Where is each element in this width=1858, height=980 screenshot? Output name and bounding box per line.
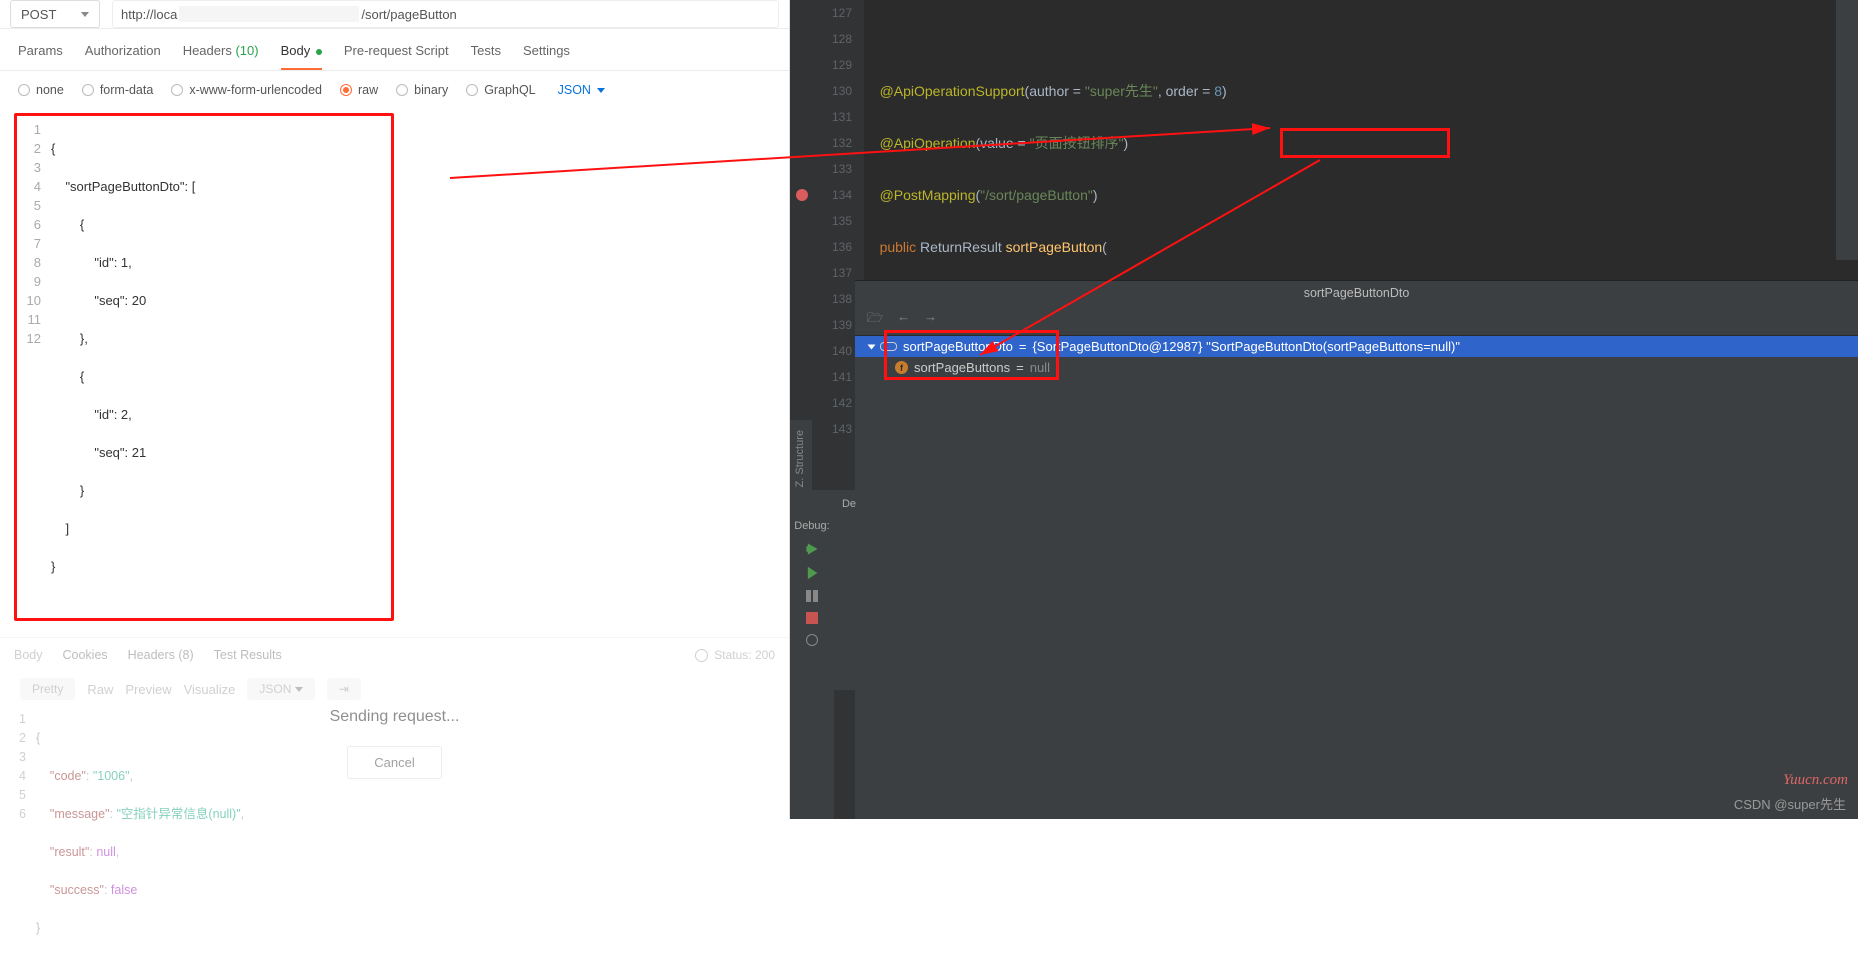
debug-panel: sortPageButtonDto 🗁 ← → sortPageButtonDt…	[855, 280, 1858, 819]
body-type-row: none form-data x-www-form-urlencoded raw…	[0, 71, 789, 109]
response-view-row: Pretty Raw Preview Visualize JSON ⇥	[0, 672, 789, 706]
globe-icon	[695, 649, 708, 662]
stop-icon[interactable]	[806, 612, 818, 624]
view-pretty[interactable]: Pretty	[20, 678, 75, 700]
tab-params[interactable]: Params	[18, 43, 63, 70]
arrow-left-icon[interactable]: ←	[897, 309, 910, 331]
child-name: sortPageButtons	[914, 360, 1010, 375]
child-value: null	[1030, 360, 1050, 375]
expand-icon[interactable]	[868, 344, 876, 349]
response-panel: Body Cookies Headers (8) Test Results St…	[0, 637, 789, 980]
radio-icon	[171, 84, 183, 96]
arrow-right-icon[interactable]: →	[924, 309, 937, 331]
tab-prerequest[interactable]: Pre-request Script	[344, 43, 449, 70]
editor-code: { "sortPageButtonDto": [ { "id": 1, "seq…	[51, 120, 195, 614]
debug-variable-row[interactable]: sortPageButtonDto = {SortPageButtonDto@1…	[855, 336, 1858, 357]
view-json[interactable]: JSON	[247, 678, 314, 700]
url-input[interactable]: http://loca /sort/pageButton	[112, 0, 779, 28]
radio-urlencoded[interactable]: x-www-form-urlencoded	[171, 83, 322, 97]
wrap-icon[interactable]: ⇥	[327, 678, 361, 700]
resp-tab-body[interactable]: Body	[14, 648, 43, 662]
chevron-down-icon	[81, 12, 89, 17]
resp-tab-cookies[interactable]: Cookies	[63, 648, 108, 662]
response-tabs: Body Cookies Headers (8) Test Results	[0, 638, 789, 672]
dot-icon	[316, 49, 322, 55]
debug-sub-toolbar: De	[834, 490, 864, 690]
tab-authorization[interactable]: Authorization	[85, 43, 161, 70]
response-status: Status: 200	[695, 648, 775, 662]
var-name: sortPageButtonDto	[903, 339, 1013, 354]
view-preview[interactable]: Preview	[125, 682, 171, 697]
radio-none[interactable]: none	[18, 83, 64, 97]
watermark: Yuucn.com	[1783, 772, 1848, 789]
radio-icon	[82, 84, 94, 96]
tab-body[interactable]: Body	[281, 43, 322, 70]
watch-icon	[880, 342, 897, 351]
editor-gutter: 123456789101112	[17, 120, 51, 614]
breakpoint-icon[interactable]	[796, 189, 808, 201]
resp-tab-tests[interactable]: Test Results	[214, 648, 282, 662]
view-visualize[interactable]: Visualize	[184, 682, 236, 697]
request-tabs: Params Authorization Headers (10) Body P…	[0, 29, 789, 71]
pause-icon[interactable]	[806, 590, 818, 602]
field-icon: f	[895, 361, 908, 374]
debug-toolbar: 🗁 ← →	[855, 305, 1858, 336]
tab-settings[interactable]: Settings	[523, 43, 570, 70]
sending-text: Sending request...	[330, 708, 460, 726]
postman-panel: POST http://loca /sort/pageButton Params…	[0, 0, 790, 819]
url-redacted	[179, 6, 359, 22]
radio-icon	[18, 84, 30, 96]
radio-graphql[interactable]: GraphQL	[466, 83, 535, 97]
debugger-subtab[interactable]: De	[842, 498, 856, 510]
method-label: POST	[21, 7, 56, 22]
mute-breakpoints-icon[interactable]	[806, 634, 818, 646]
url-prefix: http://loca	[121, 7, 177, 22]
tab-headers[interactable]: Headers (10)	[183, 43, 259, 70]
radio-binary[interactable]: binary	[396, 83, 448, 97]
resume-icon[interactable]	[806, 566, 818, 580]
debug-side-toolbar: Debug:	[790, 490, 834, 819]
raw-type-select[interactable]: JSON	[558, 83, 605, 97]
radio-formdata[interactable]: form-data	[82, 83, 154, 97]
url-suffix: /sort/pageButton	[361, 7, 456, 22]
chevron-down-icon	[295, 687, 303, 692]
radio-raw[interactable]: raw	[340, 83, 378, 97]
http-method-select[interactable]: POST	[10, 0, 100, 28]
chevron-down-icon	[597, 88, 605, 93]
csdn-attribution: CSDN @super先生	[1734, 794, 1846, 813]
var-value: {SortPageButtonDto@12987} "SortPageButto…	[1032, 339, 1460, 354]
resp-tab-headers[interactable]: Headers (8)	[128, 648, 194, 662]
sending-overlay: Sending request... Cancel	[0, 708, 789, 779]
rerun-icon[interactable]	[805, 542, 819, 556]
radio-icon	[466, 84, 478, 96]
tab-tests[interactable]: Tests	[471, 43, 501, 70]
request-body-editor[interactable]: 123456789101112 { "sortPageButtonDto": […	[17, 120, 391, 614]
folder-icon[interactable]: 🗁	[867, 309, 883, 331]
request-body-editor-highlight: 123456789101112 { "sortPageButtonDto": […	[14, 113, 394, 621]
view-raw[interactable]: Raw	[87, 682, 113, 697]
request-bar: POST http://loca /sort/pageButton	[0, 0, 789, 29]
ide-right-gutter	[1836, 0, 1858, 260]
debug-child-row[interactable]: f sortPageButtons = null	[855, 357, 1858, 378]
radio-icon	[340, 84, 352, 96]
debug-tab-label[interactable]: Debug:	[794, 520, 829, 532]
cancel-button[interactable]: Cancel	[347, 746, 441, 779]
debug-title: sortPageButtonDto	[855, 281, 1858, 305]
radio-icon	[396, 84, 408, 96]
